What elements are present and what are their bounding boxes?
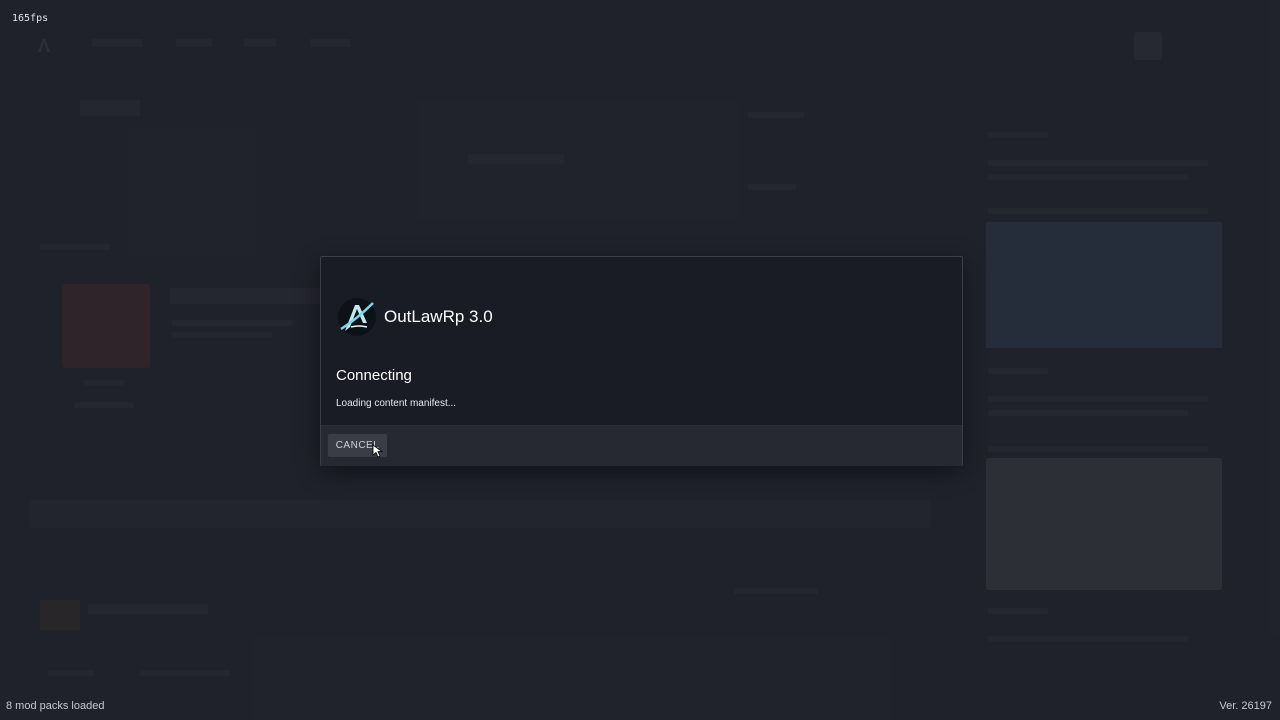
connecting-dialog: OutLawRp 3.0 Connecting Loading content … — [320, 256, 963, 466]
dialog-footer: CANCEL — [321, 425, 962, 466]
connection-status-message: Loading content manifest... — [336, 398, 457, 409]
version-label: Ver. 26197 — [1219, 700, 1272, 712]
server-name: OutLawRp 3.0 — [384, 307, 493, 326]
fps-counter: 165fps — [12, 13, 49, 24]
dialog-header: OutLawRp 3.0 — [337, 297, 837, 337]
mod-packs-status: 8 mod packs loaded — [6, 700, 105, 712]
connection-status-title: Connecting — [336, 367, 412, 384]
mouse-cursor-icon — [372, 444, 384, 458]
server-logo-icon — [338, 298, 376, 336]
